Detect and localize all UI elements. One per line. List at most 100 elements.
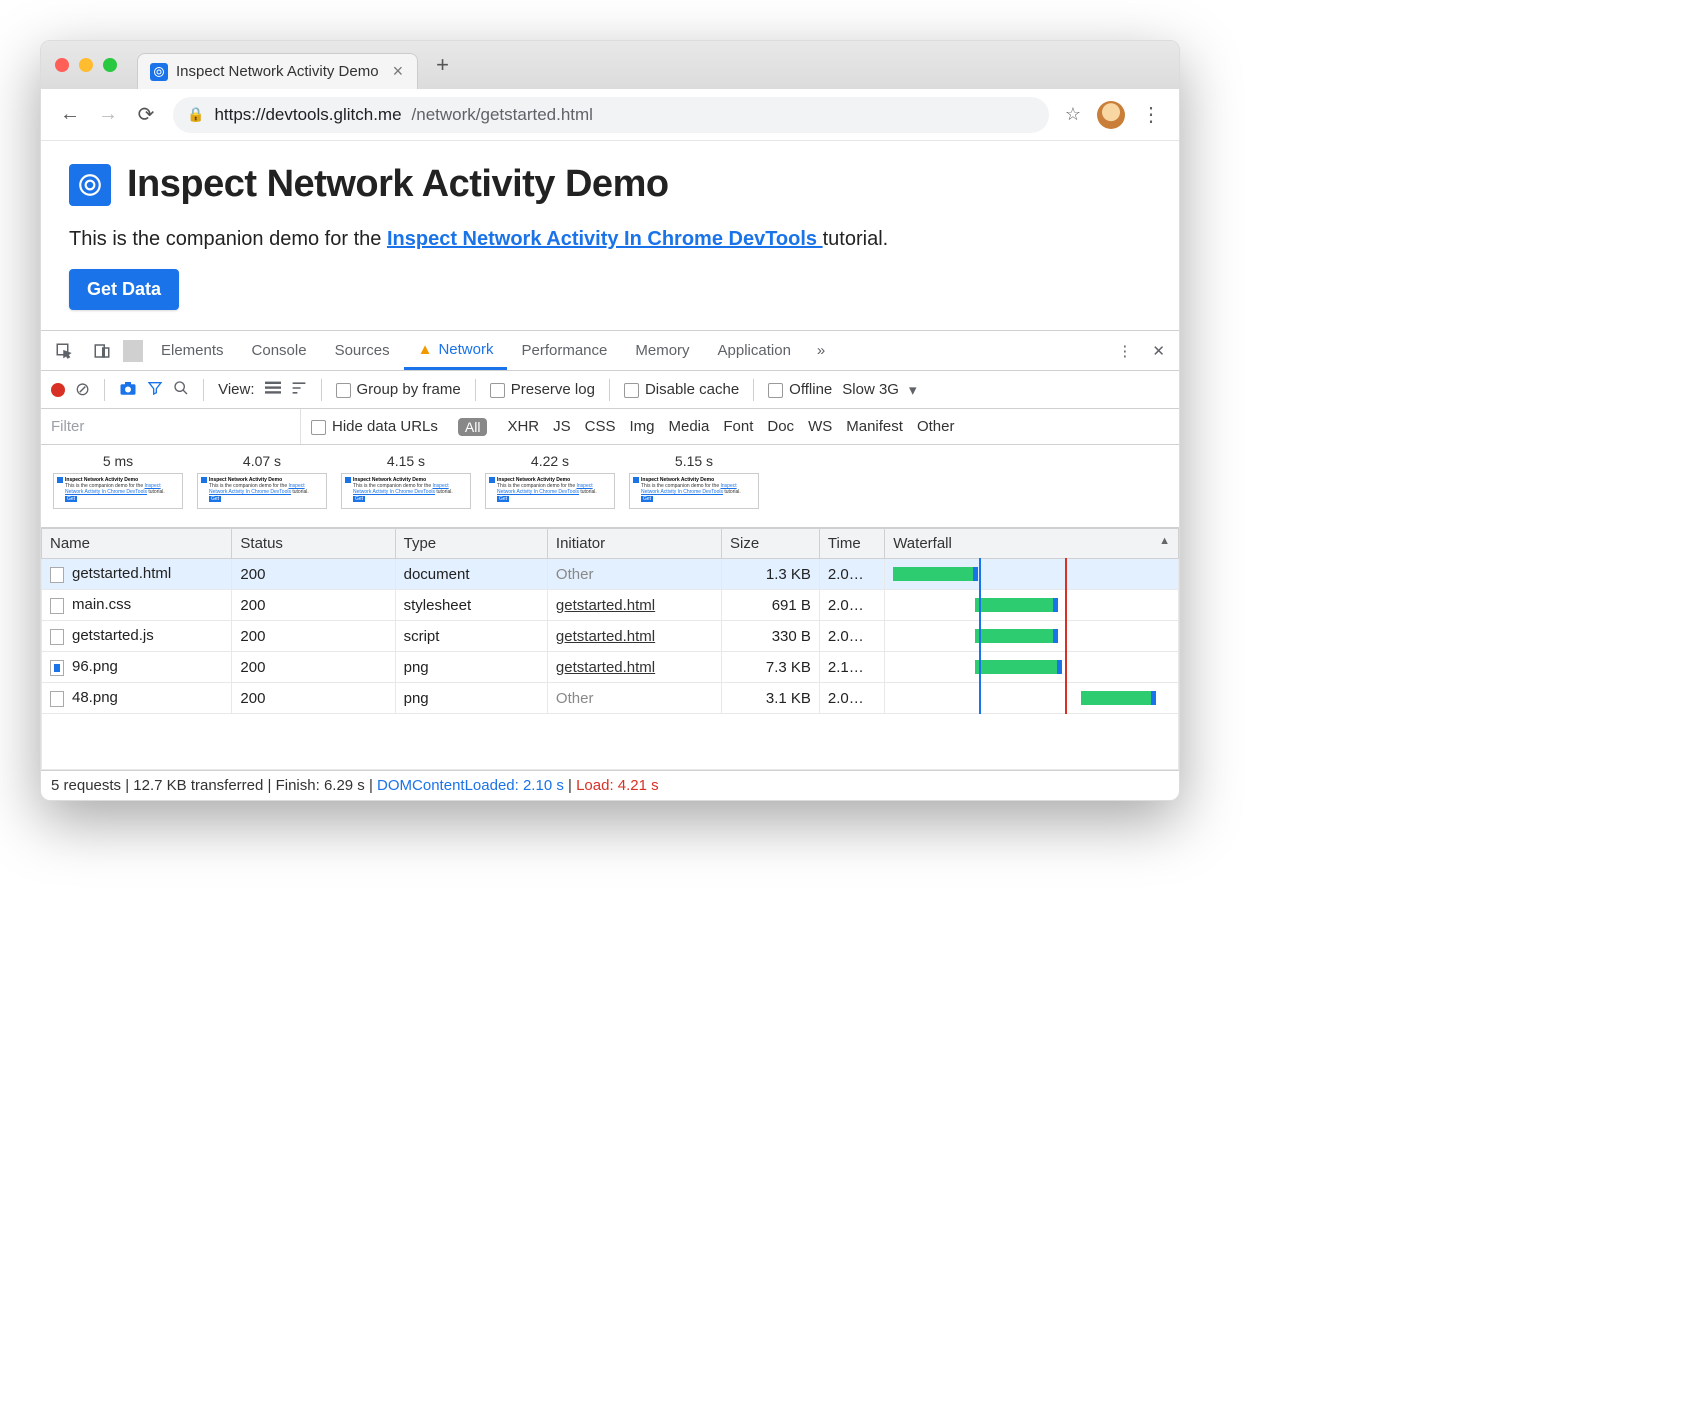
request-row[interactable]: 48.png200pngOther3.1 KB2.0…: [42, 683, 1179, 714]
filmstrip-frame[interactable]: 5 msInspect Network Activity DemoThis is…: [53, 453, 183, 509]
filter-type-media[interactable]: Media: [669, 418, 710, 435]
request-row[interactable]: getstarted.html200documentOther1.3 KB2.0…: [42, 559, 1179, 590]
column-time[interactable]: Time: [819, 529, 884, 559]
tab-application[interactable]: Application: [704, 331, 805, 370]
bookmark-button[interactable]: ☆: [1065, 104, 1081, 125]
favicon-icon: [150, 63, 168, 81]
profile-avatar[interactable]: [1097, 101, 1125, 129]
tab-network[interactable]: ▲Network: [404, 331, 508, 370]
browser-menu-button[interactable]: ⋮: [1141, 102, 1161, 127]
page-heading: Inspect Network Activity Demo: [127, 163, 669, 206]
column-size[interactable]: Size: [722, 529, 820, 559]
filter-type-ws[interactable]: WS: [808, 418, 832, 435]
throttle-dropdown-icon[interactable]: ▾: [909, 381, 917, 399]
hide-data-urls-checkbox[interactable]: Hide data URLs: [311, 418, 438, 435]
filter-type-img[interactable]: Img: [629, 418, 654, 435]
filter-type-xhr[interactable]: XHR: [507, 418, 539, 435]
minimize-window-button[interactable]: [79, 58, 93, 72]
filter-type-js[interactable]: JS: [553, 418, 571, 435]
filter-toggle-button[interactable]: [147, 380, 163, 400]
filmstrip-frame[interactable]: 4.22 sInspect Network Activity DemoThis …: [485, 453, 615, 509]
more-tabs-button[interactable]: »: [809, 331, 833, 370]
tab-console[interactable]: Console: [238, 331, 321, 370]
close-window-button[interactable]: [55, 58, 69, 72]
overview-toggle-button[interactable]: [291, 381, 307, 399]
browser-tab[interactable]: Inspect Network Activity Demo ×: [137, 53, 418, 89]
record-button[interactable]: [51, 383, 65, 397]
offline-checkbox[interactable]: Offline: [768, 381, 832, 398]
network-toolbar: ⊘ View: Group by frame Preserve log: [41, 371, 1179, 409]
waterfall-bar: [893, 626, 1170, 646]
waterfall-bar: [893, 564, 1170, 584]
large-rows-button[interactable]: [265, 381, 281, 399]
initiator-link[interactable]: getstarted.html: [556, 597, 655, 614]
inspect-element-button[interactable]: [47, 331, 81, 370]
request-row[interactable]: 96.png200pnggetstarted.html7.3 KB2.1…: [42, 652, 1179, 683]
file-icon: [50, 567, 64, 583]
network-table: NameStatusTypeInitiatorSizeTimeWaterfall…: [41, 528, 1179, 770]
filter-input[interactable]: Filter: [41, 409, 301, 444]
filter-type-other[interactable]: Other: [917, 418, 955, 435]
tab-elements[interactable]: Elements: [147, 331, 238, 370]
filter-row: Filter Hide data URLs All XHR JS CSS Img Med…: [41, 409, 1179, 445]
filter-type-doc[interactable]: Doc: [767, 418, 794, 435]
close-tab-button[interactable]: ×: [393, 61, 404, 82]
filmstrip-frame[interactable]: 4.07 sInspect Network Activity DemoThis …: [197, 453, 327, 509]
devtools-panel: ElementsConsoleSources▲NetworkPerformanc…: [41, 330, 1179, 800]
status-finish: Finish: 6.29 s: [276, 777, 365, 794]
request-row[interactable]: getstarted.js200scriptgetstarted.html330…: [42, 621, 1179, 652]
column-type[interactable]: Type: [395, 529, 547, 559]
clear-button[interactable]: ⊘: [75, 379, 90, 400]
url-path: /network/getstarted.html: [412, 105, 593, 125]
forward-button[interactable]: →: [97, 103, 119, 126]
filmstrip-frame[interactable]: 5.15 sInspect Network Activity DemoThis …: [629, 453, 759, 509]
devtools-tabs: ElementsConsoleSources▲NetworkPerformanc…: [41, 331, 1179, 371]
column-name[interactable]: Name: [42, 529, 232, 559]
titlebar: Inspect Network Activity Demo × +: [41, 41, 1179, 89]
file-icon: [50, 691, 64, 707]
column-status[interactable]: Status: [232, 529, 395, 559]
maximize-window-button[interactable]: [103, 58, 117, 72]
back-button[interactable]: ←: [59, 103, 81, 126]
tab-performance[interactable]: Performance: [507, 331, 621, 370]
filter-type-css[interactable]: CSS: [585, 418, 616, 435]
waterfall-bar: [893, 657, 1170, 677]
waterfall-bar: [893, 595, 1170, 615]
search-button[interactable]: [173, 380, 189, 400]
devtools-menu-button[interactable]: ⋮: [1109, 331, 1140, 370]
close-devtools-button[interactable]: ✕: [1144, 331, 1173, 370]
initiator-link[interactable]: getstarted.html: [556, 659, 655, 676]
new-tab-button[interactable]: +: [436, 52, 449, 78]
omnibox[interactable]: 🔒 https://devtools.glitch.me/network/get…: [173, 97, 1049, 133]
status-domcontentloaded: DOMContentLoaded: 2.10 s: [377, 777, 564, 794]
get-data-button[interactable]: Get Data: [69, 269, 179, 310]
filter-type-font[interactable]: Font: [723, 418, 753, 435]
browser-window: Inspect Network Activity Demo × + ← → ⟳ …: [40, 40, 1180, 801]
column-waterfall[interactable]: Waterfall▲: [885, 529, 1179, 559]
request-row[interactable]: main.css200stylesheetgetstarted.html691 …: [42, 590, 1179, 621]
tab-sources[interactable]: Sources: [321, 331, 404, 370]
throttle-select[interactable]: Slow 3G: [842, 381, 899, 398]
file-icon: [50, 629, 64, 645]
file-icon: [50, 660, 64, 676]
preserve-log-checkbox[interactable]: Preserve log: [490, 381, 595, 398]
initiator-link[interactable]: getstarted.html: [556, 628, 655, 645]
tutorial-link[interactable]: Inspect Network Activity In Chrome DevTo…: [387, 228, 823, 250]
filmstrip: 5 msInspect Network Activity DemoThis is…: [41, 445, 1179, 528]
tab-memory[interactable]: Memory: [621, 331, 703, 370]
reload-button[interactable]: ⟳: [135, 102, 157, 127]
page-content: Inspect Network Activity Demo This is th…: [41, 141, 1179, 330]
device-toolbar-button[interactable]: [85, 331, 119, 370]
status-requests: 5 requests: [51, 777, 121, 794]
group-by-frame-checkbox[interactable]: Group by frame: [336, 381, 461, 398]
filter-type-manifest[interactable]: Manifest: [846, 418, 903, 435]
address-bar: ← → ⟳ 🔒 https://devtools.glitch.me/netwo…: [41, 89, 1179, 141]
filter-all-button[interactable]: All: [458, 418, 488, 436]
column-initiator[interactable]: Initiator: [547, 529, 721, 559]
screenshots-button[interactable]: [119, 380, 137, 400]
disable-cache-checkbox[interactable]: Disable cache: [624, 381, 739, 398]
url-host: https://devtools.glitch.me: [214, 105, 401, 125]
filmstrip-frame[interactable]: 4.15 sInspect Network Activity DemoThis …: [341, 453, 471, 509]
window-controls: [55, 58, 117, 72]
status-transferred: 12.7 KB transferred: [133, 777, 263, 794]
